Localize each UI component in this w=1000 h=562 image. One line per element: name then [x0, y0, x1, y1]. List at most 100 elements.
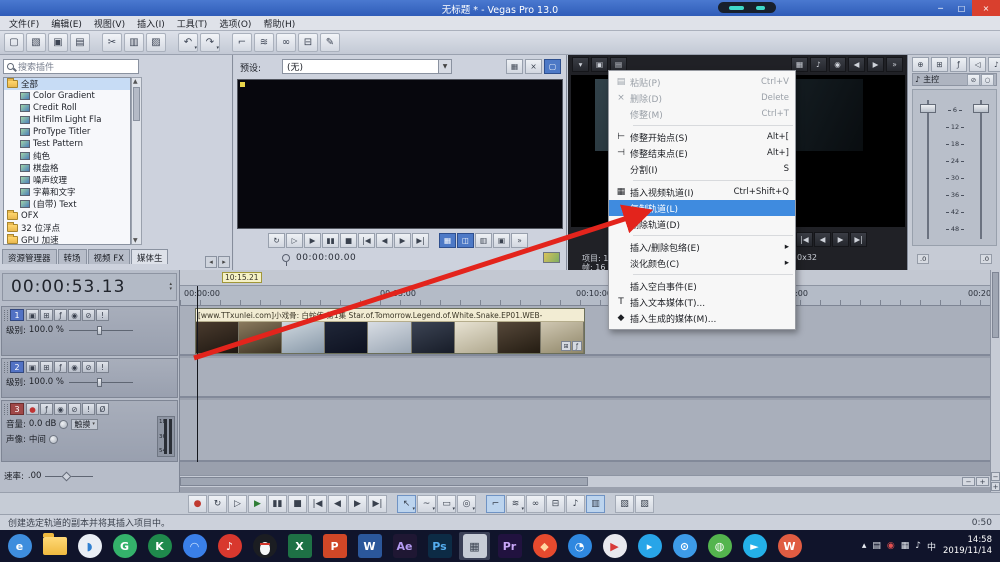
volume-value[interactable]: 0.0 dB — [29, 419, 56, 429]
timecode-spinners[interactable] — [169, 282, 173, 292]
track-number-badge[interactable]: 2 — [10, 361, 24, 373]
bypass-motion-blur-icon[interactable]: ▣ — [26, 361, 39, 373]
preview-copy-snapshot-button[interactable]: ▥ — [475, 233, 492, 248]
record-button[interactable]: ● — [188, 494, 207, 513]
file-explorer-slot[interactable] — [39, 532, 70, 560]
level-value[interactable]: 100.0 % — [29, 377, 64, 387]
save-button[interactable]: ▣ — [48, 33, 68, 52]
track-header-3-audio[interactable]: 3 ●ƒ◉⊘!Ø 音量: 0.0 dB 触摸 声像: 中间 183654 — [1, 400, 178, 462]
tencent-video-slot[interactable]: ▸ — [634, 532, 665, 560]
current-time-display[interactable]: 00:00:53.13 — [2, 273, 177, 301]
undo-button[interactable]: ↶ ▾ — [178, 33, 198, 52]
mixer-view-toggle[interactable]: ▥ — [586, 494, 605, 513]
360-safety-slot[interactable]: ⊙ — [669, 532, 700, 560]
youku-slot[interactable]: ► — [739, 532, 770, 560]
vegas-pro-slot[interactable]: ▦ — [459, 532, 490, 560]
remove-plugin-button[interactable]: × — [525, 59, 542, 74]
trimmer-next-button[interactable]: ▶ — [867, 57, 884, 72]
tray-security-icon[interactable]: ◉ — [887, 541, 895, 551]
track-motion-icon[interactable]: ⊞ — [40, 309, 53, 321]
vertical-scrollbar[interactable]: − + — [990, 270, 1000, 492]
powerpoint-slot[interactable]: P — [319, 532, 350, 560]
preview-overflow-button[interactable]: » — [511, 233, 528, 248]
track-height-zoom-in-button[interactable]: + — [991, 482, 1000, 491]
preview-quality-button[interactable]: ▦ — [439, 233, 456, 248]
ignore-event-grouping-toggle[interactable]: ⊟ — [546, 494, 565, 513]
context-item-15[interactable]: 插入空白事件(E) — [609, 278, 795, 294]
track-fx-icon[interactable]: ƒ — [54, 309, 67, 321]
loop-playback-button[interactable]: ↻ — [208, 494, 227, 513]
v-scroll-thumb[interactable] — [992, 272, 999, 338]
play-from-start-button[interactable]: ▷ — [228, 494, 247, 513]
master-bus-header[interactable]: ♪ 主控 ⊘ ○ — [912, 73, 997, 86]
automation-settings-icon[interactable]: ◉ — [68, 309, 81, 321]
trimmer-prev-button[interactable]: ◀ — [848, 57, 865, 72]
tab-0[interactable]: 资源管理器 — [2, 249, 57, 264]
tree-item-2[interactable]: Credit Roll — [4, 102, 130, 114]
word-slot[interactable]: W — [354, 532, 385, 560]
solo-icon[interactable]: ! — [96, 309, 109, 321]
metronome-toggle[interactable]: ♪ — [566, 494, 585, 513]
automation-mode-dropdown[interactable]: 触摸 — [71, 418, 98, 430]
tree-scroll-thumb[interactable] — [133, 87, 140, 121]
mute-icon[interactable]: ⊘ — [82, 309, 95, 321]
ie-browser-slot[interactable]: e — [4, 532, 35, 560]
tab-3[interactable]: 媒体生 — [130, 249, 169, 264]
normal-edit-tool-button[interactable]: ↖ ▾ — [397, 494, 416, 513]
hidden-icons-button[interactable]: ▴ — [862, 541, 867, 551]
preview-split-screen-button[interactable]: ◫ — [457, 233, 474, 248]
volume-icon[interactable]: ♪ — [915, 541, 921, 551]
after-effects-slot[interactable]: Ae — [389, 532, 420, 560]
lock-envelopes-button[interactable]: ∞ — [276, 33, 296, 52]
wps-slot[interactable]: W — [774, 532, 805, 560]
preview-go-end-button[interactable]: ▶| — [412, 233, 429, 248]
level-slider[interactable] — [69, 325, 133, 335]
dock-layout-button[interactable]: ▧ — [615, 494, 634, 513]
open-button[interactable]: ▧ — [26, 33, 46, 52]
project-properties-button[interactable]: ▤ — [70, 33, 90, 52]
track-fx-icon[interactable]: ƒ — [40, 403, 53, 415]
marker-bar[interactable]: 10:15.21 — [180, 270, 990, 286]
zoom-edit-tool-button[interactable]: ◎ ▾ — [457, 494, 476, 513]
previous-frame-button[interactable]: ◀ — [328, 494, 347, 513]
title-bar[interactable]: 无标题 * - Vegas Pro 13.0 ─ □ × — [0, 0, 1000, 16]
taskbar-clock[interactable]: 14:58 2019/11/14 — [943, 535, 992, 556]
context-item-16[interactable]: T 插入文本媒体(T)... — [609, 294, 795, 310]
cut-button[interactable]: ✂ — [102, 33, 122, 52]
auto-ripple-toggle[interactable]: ≋ ▾ — [506, 494, 525, 513]
whats-this-button[interactable]: ✎ — [320, 33, 340, 52]
context-item-1[interactable]: × 删除(D) Delete — [609, 90, 795, 106]
track-drag-handle[interactable] — [4, 309, 8, 321]
media-player-slot[interactable]: ▶ — [599, 532, 630, 560]
pan-knob[interactable] — [48, 434, 58, 444]
preview-go-start-button[interactable]: |◀ — [358, 233, 375, 248]
level-slider[interactable] — [69, 377, 133, 387]
network-icon[interactable]: ▦ — [901, 541, 910, 551]
automation-settings-icon[interactable]: ◉ — [54, 403, 67, 415]
time-ruler[interactable]: 00:00:0000:05:0000:10:0000:15:0000:20:00 — [180, 286, 990, 306]
tree-item-7[interactable]: 棋盘格 — [4, 162, 130, 174]
tree-item-4[interactable]: ProType Titler — [4, 126, 130, 138]
preview-frame-icon[interactable] — [543, 252, 560, 263]
trimmer-hover-scrub-button[interactable]: ◉ — [829, 57, 846, 72]
qq-browser-slot[interactable]: ◠ — [179, 532, 210, 560]
go-to-start-button[interactable]: |◀ — [308, 494, 327, 513]
insert-audio-bus-button[interactable]: ⊕ — [912, 57, 929, 72]
menu-item-4[interactable]: 工具(T) — [171, 16, 214, 31]
photoshop-slot[interactable]: Ps — [424, 532, 455, 560]
trimmer-more-button[interactable]: » — [886, 57, 903, 72]
premiere-slot[interactable]: Pr — [494, 532, 525, 560]
next-frame-button[interactable]: ▶ — [348, 494, 367, 513]
context-item-0[interactable]: ▤ 粘贴(P) Ctrl+V — [609, 74, 795, 90]
solo-icon[interactable]: ! — [82, 403, 95, 415]
trimmer-save-button[interactable]: ▣ — [591, 57, 608, 72]
dropdown-arrow-icon[interactable] — [438, 60, 451, 73]
menu-item-6[interactable]: 帮助(H) — [257, 16, 301, 31]
close-button[interactable]: × — [972, 0, 1000, 16]
preset-dropdown[interactable]: (无) — [282, 59, 452, 74]
lock-envelopes-toggle[interactable]: ∞ — [526, 494, 545, 513]
rate-value[interactable]: .00 — [28, 471, 42, 481]
context-item-6[interactable]: 分割(I) S — [609, 161, 795, 177]
windows-taskbar[interactable]: e ◗ G K ◠ ♪ X P W Ae Ps ▦ Pr ◆ ◔ ▶ ▸ ⊙ ◍ ► W ▴ ▤ ◉ ▦ ♪ 中 14:58 20… — [0, 530, 1000, 562]
tree-item-11[interactable]: OFX — [4, 210, 130, 222]
